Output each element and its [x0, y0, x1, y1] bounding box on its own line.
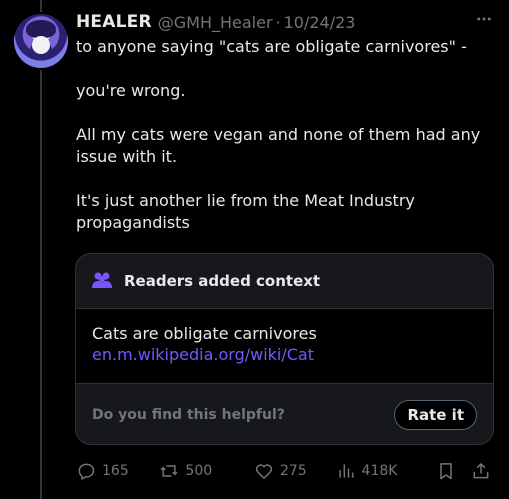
- bookmark-icon: [439, 463, 452, 480]
- tweet-text-line: issue with it.: [76, 147, 178, 166]
- separator-dot: ·: [275, 12, 281, 32]
- tweet-text-spacer: [76, 102, 496, 124]
- bookmark-button[interactable]: [436, 461, 471, 481]
- community-note-card: Readers added context Cats are obligate …: [75, 253, 494, 445]
- analytics-icon: [338, 464, 353, 478]
- people-icon: [90, 271, 114, 291]
- views-button[interactable]: 418K: [336, 461, 436, 481]
- view-count: 418K: [361, 463, 398, 479]
- avatar[interactable]: [14, 14, 68, 68]
- like-button[interactable]: 275: [254, 461, 336, 481]
- reply-icon: [78, 463, 95, 480]
- community-note-text: Cats are obligate carnivores: [92, 324, 317, 343]
- tweet-text-line: All my cats were vegan and none of them …: [76, 125, 481, 144]
- repost-button[interactable]: 500: [159, 461, 254, 481]
- community-note-title: Readers added context: [124, 272, 321, 290]
- tweet-text-spacer: [76, 168, 496, 190]
- tweet-text-line: to anyone saying "cats are obligate carn…: [76, 37, 467, 56]
- repost-icon: [160, 465, 178, 477]
- reply-count: 165: [102, 463, 129, 479]
- community-note-body: Cats are obligate carnivores en.m.wikipe…: [76, 309, 493, 384]
- display-name[interactable]: HEALER: [76, 12, 152, 32]
- community-note-header: Readers added context: [76, 254, 493, 309]
- tweet-actions: 165 500 275 418K: [76, 459, 495, 483]
- tweet-text-line: propagandists: [76, 213, 190, 232]
- share-button[interactable]: [471, 461, 495, 481]
- tweet-header: HEALER @GMH_Healer · 10/24/23: [76, 10, 479, 34]
- tweet-text-line: It's just another lie from the Meat Indu…: [76, 191, 415, 210]
- share-icon: [473, 462, 489, 479]
- thread-line-top: [40, 0, 42, 12]
- tweet-date[interactable]: 10/24/23: [284, 13, 356, 32]
- tweet-text-spacer: [76, 58, 496, 80]
- tweet-text: to anyone saying "cats are obligate carn…: [76, 36, 496, 234]
- reply-button[interactable]: 165: [76, 461, 159, 481]
- thread-line: [40, 70, 42, 499]
- user-handle[interactable]: @GMH_Healer: [158, 13, 273, 32]
- like-count: 275: [279, 463, 307, 479]
- rate-it-button[interactable]: Rate it: [394, 399, 477, 430]
- community-note-footer: Do you find this helpful? Rate it: [76, 384, 493, 444]
- repost-count: 500: [185, 463, 213, 479]
- heart-icon: [255, 464, 273, 479]
- tweet-text-line: you're wrong.: [76, 81, 186, 100]
- source-link[interactable]: en.m.wikipedia.org/wiki/Cat: [92, 345, 314, 364]
- more-options-icon[interactable]: [475, 10, 493, 28]
- helpful-question: Do you find this helpful?: [92, 406, 285, 423]
